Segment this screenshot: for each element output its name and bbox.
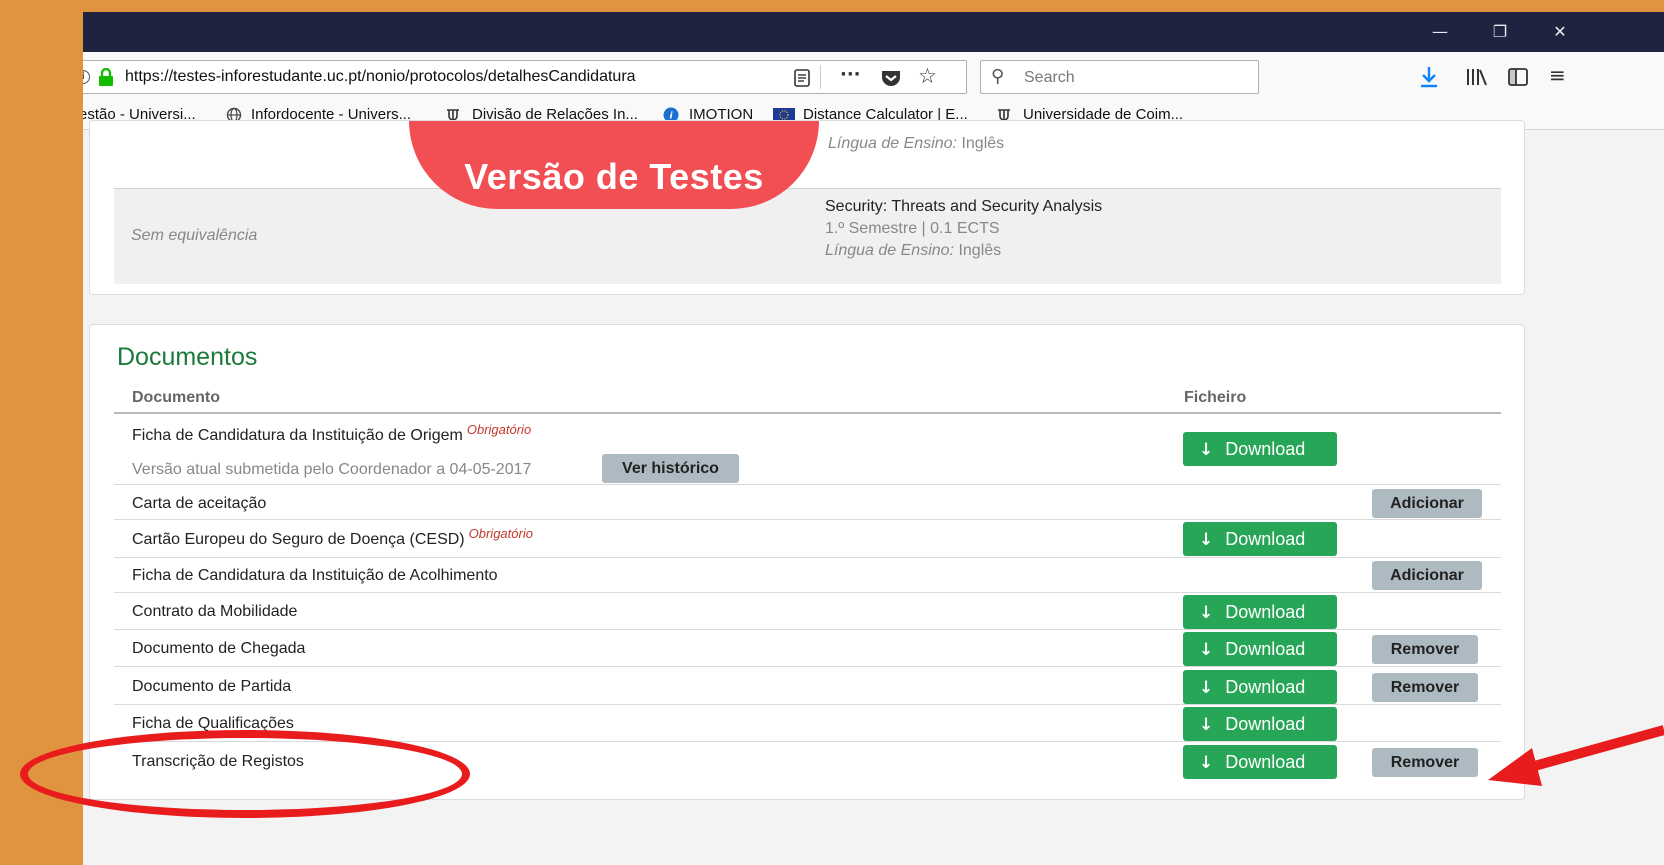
document-name: Documento de Partida <box>132 678 292 695</box>
annotation-oval <box>20 730 470 818</box>
history-button[interactable]: Ver histórico <box>602 454 739 483</box>
navigation-bar: i https://testes-inforestudante.uc.pt/no… <box>83 52 1664 102</box>
menu-icon[interactable]: ≡ <box>1549 63 1566 87</box>
section-title: Documentos <box>117 343 258 371</box>
search-input[interactable]: ⚲ Search <box>980 60 1259 94</box>
minimize-icon[interactable]: — <box>1428 20 1452 44</box>
course-row: Sem equivalência Security: Threats and S… <box>114 188 1501 284</box>
download-arrow-icon: ↓ <box>1199 530 1214 550</box>
address-bar[interactable]: i https://testes-inforestudante.uc.pt/no… <box>83 60 967 94</box>
remove-button[interactable]: Remover <box>1372 673 1478 702</box>
documents-panel: Documentos Documento Ficheiro Ficha de C… <box>89 324 1525 800</box>
pocket-icon[interactable] <box>880 68 902 88</box>
url-text[interactable]: https://testes-inforestudante.uc.pt/noni… <box>125 68 755 86</box>
download-arrow-icon: ↓ <box>1199 440 1214 460</box>
info-icon[interactable]: i <box>83 70 90 84</box>
download-arrow-icon: ↓ <box>1199 715 1214 735</box>
download-button[interactable]: ↓ Download <box>1183 595 1337 629</box>
download-button[interactable]: ↓ Download <box>1183 632 1337 666</box>
remove-button[interactable]: Remover <box>1372 748 1478 777</box>
document-name: Carta de aceitação <box>132 495 267 512</box>
document-name: Contrato da Mobilidade <box>132 603 298 620</box>
bookmark-star-icon[interactable]: ☆ <box>918 64 937 88</box>
required-badge: Obrigatório <box>468 526 533 541</box>
column-header-file: Ficheiro <box>1184 389 1247 406</box>
lock-icon[interactable] <box>98 68 114 86</box>
download-arrow-icon: ↓ <box>1199 603 1214 623</box>
page-actions-icon[interactable]: ··· <box>840 64 861 85</box>
add-button[interactable]: Adicionar <box>1372 489 1482 518</box>
course-details: 1.º Semestre | 0.1 ECTS <box>825 220 1000 237</box>
download-button[interactable]: ↓ Download <box>1183 432 1337 466</box>
download-arrow-icon: ↓ <box>1199 753 1214 773</box>
course-language: Língua de Ensino: Inglês <box>828 135 1005 152</box>
document-name: Ficha de Candidatura da Instituição de O… <box>132 422 532 444</box>
courses-panel: Língua de Ensino: Inglês Sem equivalênci… <box>89 120 1525 295</box>
course-language: Língua de Ensino: Inglês <box>825 242 1002 259</box>
search-placeholder: Search <box>1024 69 1075 86</box>
title-bar: — ❐ ✕ <box>83 12 1664 52</box>
document-name: Ficha de Candidatura da Instituição de A… <box>132 567 498 584</box>
equivalence-text: Sem equivalência <box>131 227 258 244</box>
download-arrow-icon: ↓ <box>1199 640 1214 660</box>
library-icon[interactable] <box>1465 68 1487 86</box>
download-button[interactable]: ↓ Download <box>1183 522 1337 556</box>
restore-icon[interactable]: ❐ <box>1488 20 1512 44</box>
add-button[interactable]: Adicionar <box>1372 561 1482 590</box>
test-version-banner: Versão de Testes <box>409 121 819 209</box>
annotation-arrow-icon <box>1488 725 1664 786</box>
download-arrow-icon: ↓ <box>1199 678 1214 698</box>
download-button[interactable]: ↓ Download <box>1183 745 1337 779</box>
remove-button[interactable]: Remover <box>1372 635 1478 664</box>
sidebar-icon[interactable] <box>1507 67 1529 87</box>
download-button[interactable]: ↓ Download <box>1183 670 1337 704</box>
document-name: Documento de Chegada <box>132 640 306 657</box>
download-icon[interactable] <box>1420 66 1438 88</box>
column-header-document: Documento <box>132 389 220 406</box>
reader-view-icon[interactable] <box>793 68 811 88</box>
search-icon: ⚲ <box>991 66 1005 87</box>
version-note: Versão atual submetida pelo Coordenador … <box>132 461 532 478</box>
required-badge: Obrigatório <box>466 422 532 437</box>
course-title: Security: Threats and Security Analysis <box>825 198 1103 215</box>
document-name: Cartão Europeu do Seguro de Doença (CESD… <box>132 526 533 548</box>
close-icon[interactable]: ✕ <box>1548 20 1572 44</box>
download-button[interactable]: ↓ Download <box>1183 707 1337 741</box>
